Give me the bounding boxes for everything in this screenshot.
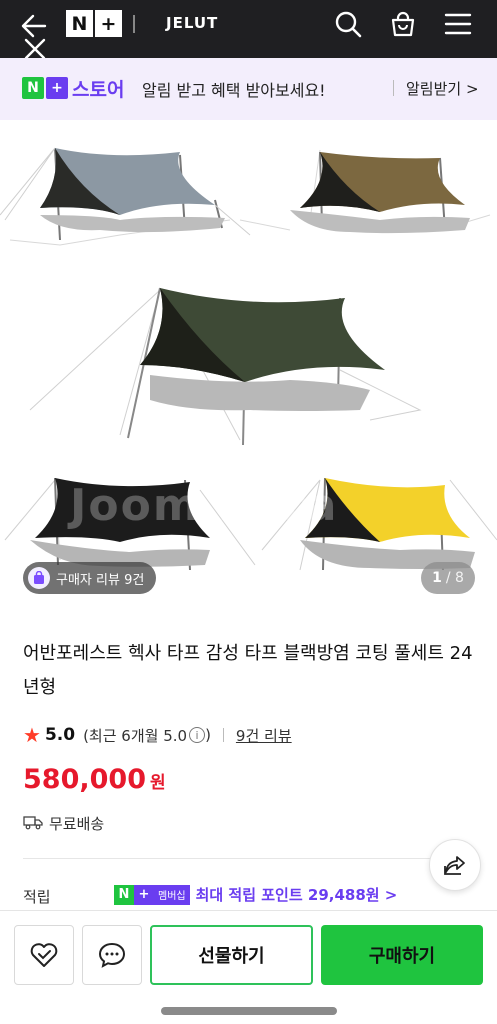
points-badge-member: 멤버십 (154, 884, 190, 905)
notice-message: 알림 받고 혜택 받아보세요! (142, 81, 326, 100)
recent-rating-close: ) (205, 726, 211, 744)
price: 580,000 원 (23, 764, 166, 795)
menu-icon[interactable] (442, 8, 474, 40)
notification-banner[interactable]: N + 스토어 알림 받고 혜택 받아보세요! 알림받기 > (0, 58, 497, 120)
naver-plus-membership-badge: N + 멤버십 (114, 884, 190, 905)
share-icon (444, 856, 465, 875)
page-total: / 8 (445, 570, 464, 586)
buy-button[interactable]: 구매하기 (321, 925, 483, 985)
points-text: 최대 적립 포인트 29,488원 > (195, 886, 398, 904)
tarp-brown (239, 149, 491, 234)
points-badge-plus: + (134, 884, 154, 905)
store-brand[interactable]: JELUT (166, 14, 218, 32)
points-label: 적립 (23, 888, 51, 906)
review-chip-label: 구매자 리뷰 9건 (56, 572, 145, 588)
topbar-divider (133, 15, 135, 33)
shopping-bag-icon (28, 567, 50, 589)
bottom-action-bar: 선물하기 구매하기 (0, 910, 497, 1024)
share-button[interactable] (429, 839, 481, 891)
shipping-info: 무료배송 (23, 813, 104, 834)
tarp-product-image (0, 147, 497, 571)
subscribe-alert-link[interactable]: 알림받기 > (406, 78, 479, 99)
price-unit: 원 (149, 773, 166, 793)
product-image-gallery[interactable]: Joom nara 구매자 리뷰 9건 1 / 8 (0, 120, 497, 610)
naver-plus-badge: N + (22, 77, 68, 99)
chat-bubble-icon (98, 942, 126, 968)
recent-rating: (최근 6개월 5.0 (83, 726, 188, 745)
gift-button[interactable]: 선물하기 (150, 925, 313, 985)
info-icon[interactable]: i (189, 727, 206, 743)
section-divider (23, 858, 435, 859)
review-count-link[interactable]: 9건 리뷰 (236, 725, 292, 746)
heart-check-icon (30, 943, 58, 967)
top-bar: N + JELUT (0, 0, 497, 60)
logo-plus: + (95, 10, 122, 37)
shipping-label: 무료배송 (49, 815, 105, 833)
notice-divider (393, 80, 394, 96)
badge-plus: + (46, 77, 68, 99)
membership-points-link[interactable]: N + 멤버십 최대 적립 포인트 29,488원 > (114, 884, 397, 905)
product-title: 어반포레스트 헥사 타프 감성 타프 블랙방염 코팅 풀세트 24년형 (23, 643, 473, 698)
naver-plus-logo[interactable]: N + (66, 10, 122, 38)
logo-n: N (66, 10, 93, 37)
points-badge-n: N (114, 884, 134, 905)
talk-button[interactable] (82, 925, 142, 985)
buyer-review-chip[interactable]: 구매자 리뷰 9건 (23, 562, 157, 594)
badge-n: N (22, 77, 44, 99)
search-icon[interactable] (332, 8, 364, 40)
tarp-olive-green (29, 287, 422, 446)
rating-row: ★ 5.0 (최근 6개월 5.0 i ) 9건 리뷰 (23, 723, 292, 747)
delivery-truck-icon (23, 814, 43, 834)
tarp-blue-gray (0, 147, 251, 246)
image-watermark: Joom nara (70, 480, 339, 531)
store-label: 스토어 (72, 79, 125, 101)
price-amount: 580,000 (23, 764, 146, 795)
cart-icon[interactable] (387, 8, 419, 40)
rating-score: 5.0 (44, 725, 76, 745)
page-current: 1 (432, 570, 442, 586)
home-indicator[interactable] (161, 1007, 337, 1015)
wishlist-button[interactable] (14, 925, 74, 985)
rating-divider (222, 728, 224, 742)
image-page-indicator: 1 / 8 (421, 562, 475, 594)
star-icon: ★ (23, 723, 41, 747)
